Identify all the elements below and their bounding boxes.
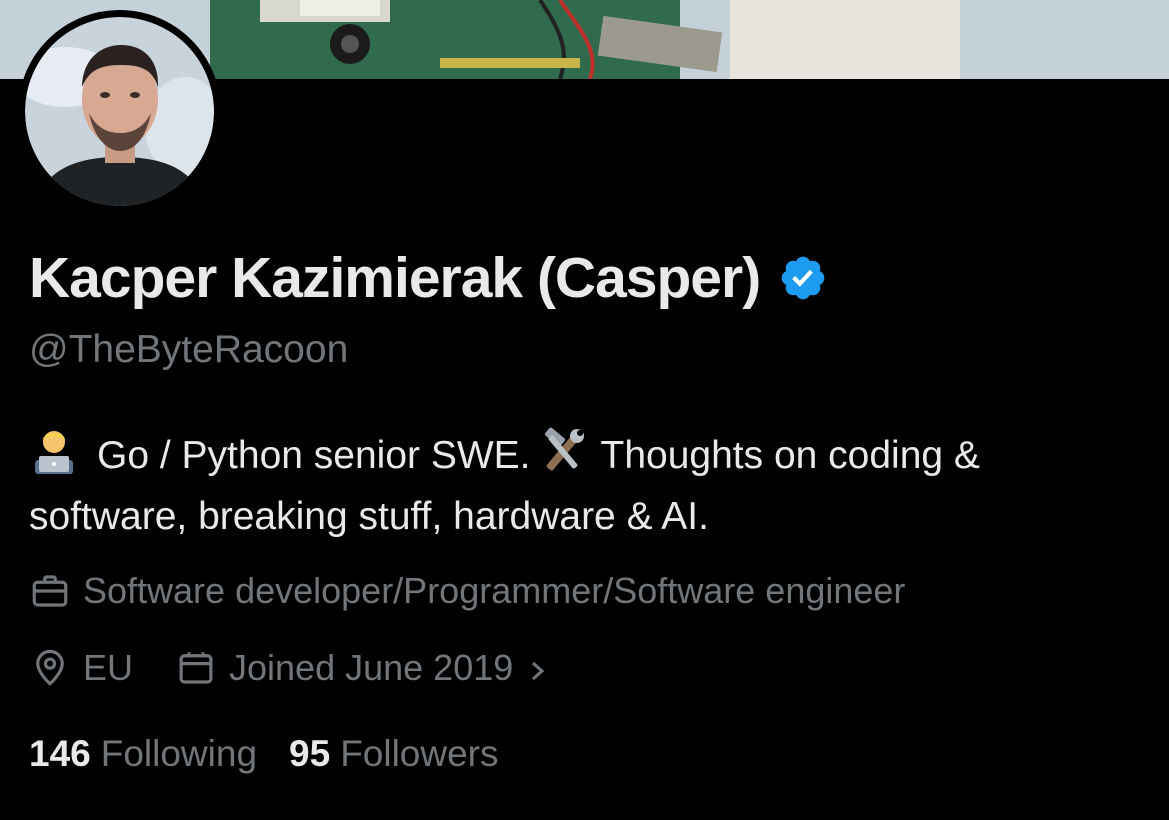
calendar-icon [175, 647, 217, 689]
followers-link[interactable]: 95 Followers [289, 733, 498, 775]
display-name: Kacper Kazimierak (Casper) [29, 246, 761, 310]
location-joined-row: EU Joined June 2019 [29, 647, 549, 689]
joined-date[interactable]: Joined June 2019 [175, 647, 549, 689]
chevron-right-icon [527, 653, 549, 683]
profession-label: Software developer/Programmer/Software e… [83, 570, 906, 611]
profession: Software developer/Programmer/Software e… [29, 570, 905, 612]
followers-label: Followers [340, 733, 499, 774]
followers-count: 95 [289, 733, 331, 774]
user-handle: @TheByteRacoon [29, 328, 349, 371]
location-label: EU [83, 647, 134, 688]
location-pin-icon [29, 647, 71, 689]
location: EU [29, 647, 133, 689]
hammer-and-wrench-emoji-icon [537, 426, 589, 476]
bio: Go / Python senior SWE. Thoughts on codi… [29, 425, 1139, 547]
joined-label: Joined June 2019 [229, 647, 514, 688]
display-name-row: Kacper Kazimierak (Casper) [29, 243, 828, 313]
avatar[interactable] [18, 10, 221, 213]
bio-text-1: Go / Python senior SWE. [97, 434, 531, 477]
following-count: 146 [29, 733, 91, 774]
follow-stats: 146 Following 95 Followers [29, 733, 499, 775]
verified-badge-icon[interactable] [778, 253, 828, 303]
avatar-photo [25, 17, 214, 206]
following-link[interactable]: 146 Following [29, 733, 257, 775]
briefcase-icon [29, 570, 71, 612]
profession-row: Software developer/Programmer/Software e… [29, 570, 905, 612]
technologist-emoji-icon [29, 426, 79, 476]
following-label: Following [100, 733, 258, 774]
